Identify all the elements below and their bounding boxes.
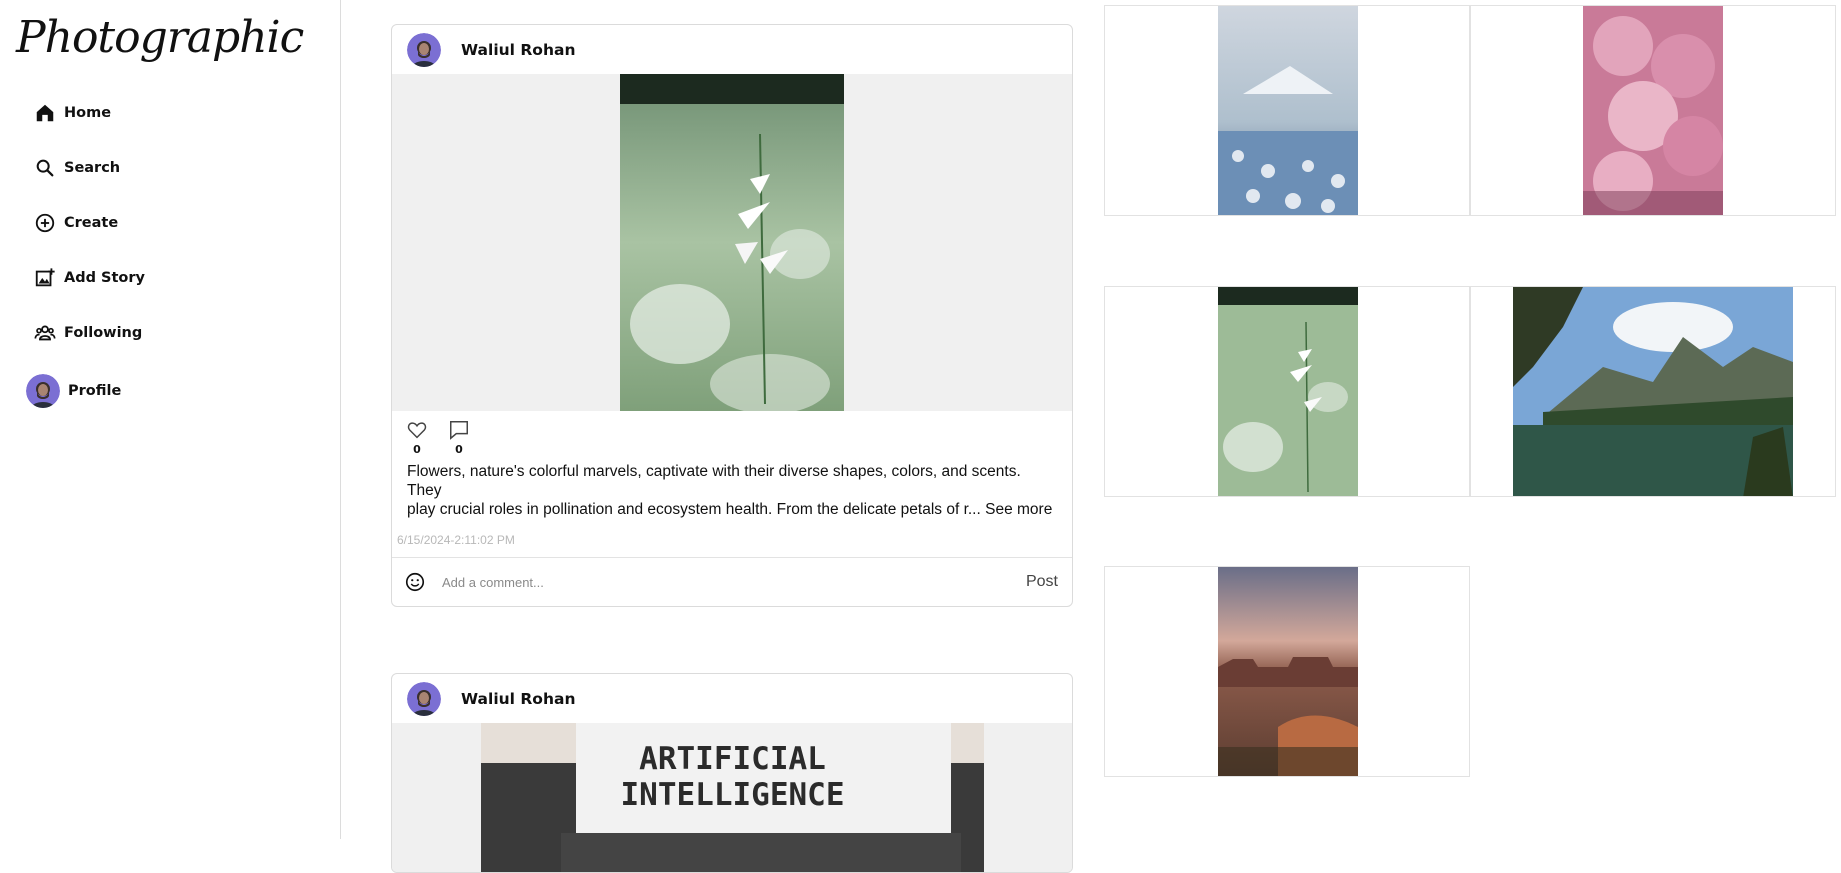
nav-home-label: Home xyxy=(64,105,112,121)
nav-search-label: Search xyxy=(64,160,121,176)
post-timestamp: 6/15/2024-2:11:02 PM xyxy=(397,533,515,547)
heart-icon xyxy=(407,422,427,439)
app-logo[interactable]: Photographic xyxy=(16,12,304,63)
grid-photo-lake[interactable] xyxy=(1470,286,1836,497)
see-more-link[interactable]: See more xyxy=(985,501,1052,518)
avatar xyxy=(26,374,60,408)
photo-mountain-fog xyxy=(1218,6,1358,215)
grid-photo-mountain[interactable] xyxy=(1104,5,1470,216)
image-caption-text: ARTIFICIAL INTELLIGENCE xyxy=(481,741,984,813)
nav-following[interactable]: Following xyxy=(34,322,142,344)
nav-profile-label: Profile xyxy=(68,383,122,399)
comment-button[interactable]: 0 xyxy=(448,419,470,456)
post-header: Waliul Rohan xyxy=(392,25,1072,74)
comment-count: 0 xyxy=(455,443,463,456)
post-card: Waliul Rohan ARTIFICIAL INTELLIGENCE xyxy=(391,673,1073,873)
emoji-icon[interactable] xyxy=(404,571,426,593)
comment-input[interactable] xyxy=(440,573,1012,591)
image-text-line-2: INTELLIGENCE xyxy=(620,777,845,813)
add-photo-icon xyxy=(35,268,55,287)
post-author-name[interactable]: Waliul Rohan xyxy=(461,41,576,59)
plus-circle-icon xyxy=(35,213,55,233)
home-icon xyxy=(36,104,54,122)
grid-photo-pink-flower[interactable] xyxy=(1470,5,1836,216)
nav-following-label: Following xyxy=(64,325,143,341)
nav-search[interactable]: Search xyxy=(34,157,120,179)
post-image-area xyxy=(392,74,1072,411)
grid-photo-white-flower[interactable] xyxy=(1104,286,1470,497)
nav-create-label: Create xyxy=(64,215,119,231)
post-image-ai[interactable]: ARTIFICIAL INTELLIGENCE xyxy=(481,723,984,872)
sidebar: Photographic Home Search Create Add Stor… xyxy=(0,0,341,839)
post-header: Waliul Rohan xyxy=(392,674,1072,723)
nav-profile[interactable]: Profile xyxy=(26,374,121,408)
nav-add-story[interactable]: Add Story xyxy=(34,267,145,289)
nav-home[interactable]: Home xyxy=(34,102,111,124)
post-author-name[interactable]: Waliul Rohan xyxy=(461,690,576,708)
nav-create[interactable]: Create xyxy=(34,212,118,234)
nav-add-story-label: Add Story xyxy=(64,270,145,286)
search-icon xyxy=(36,159,54,177)
image-text-line-1: ARTIFICIAL xyxy=(639,741,826,777)
post-actions: 0 0 xyxy=(392,411,1072,456)
post-comment-button[interactable]: Post xyxy=(1026,573,1058,591)
group-icon xyxy=(34,325,56,341)
photo-white-flower xyxy=(1218,287,1358,496)
post-caption: Flowers, nature's colorful marvels, capt… xyxy=(392,456,1072,519)
comment-bar: Post xyxy=(392,557,1072,606)
photo-pink-flower xyxy=(1583,6,1723,215)
caption-line-1: Flowers, nature's colorful marvels, capt… xyxy=(407,463,1021,499)
caption-line-2: play crucial roles in pollination and ec… xyxy=(407,501,981,518)
post-card: Waliul Rohan 0 0 Flowers, nature's color… xyxy=(391,24,1073,607)
comment-icon xyxy=(450,421,468,440)
post-image-flower[interactable] xyxy=(620,74,844,411)
author-avatar[interactable] xyxy=(407,681,441,716)
author-avatar[interactable] xyxy=(407,32,441,67)
photo-desert-canyon xyxy=(1218,567,1358,776)
like-button[interactable]: 0 xyxy=(406,419,428,456)
grid-photo-desert[interactable] xyxy=(1104,566,1470,777)
post-image-area: ARTIFICIAL INTELLIGENCE xyxy=(392,723,1072,872)
like-count: 0 xyxy=(413,443,421,456)
photo-mountain-lake xyxy=(1513,287,1793,496)
